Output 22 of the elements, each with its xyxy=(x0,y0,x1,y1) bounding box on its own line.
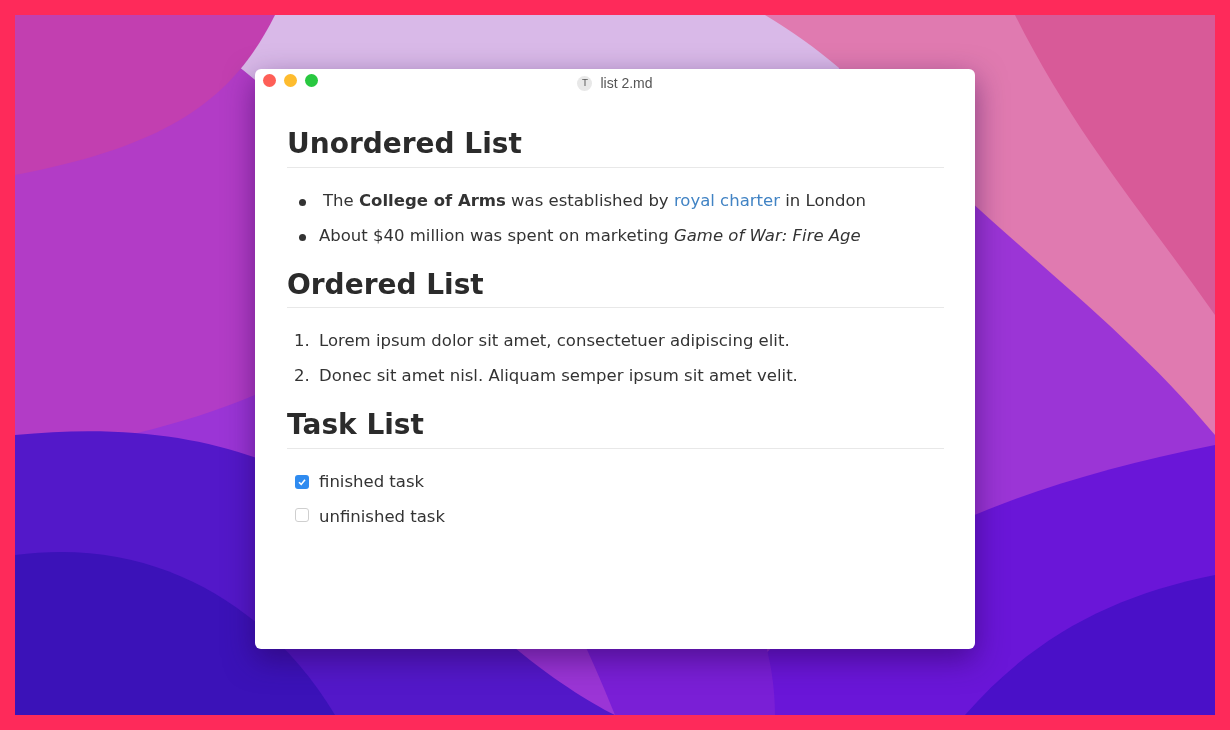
checkbox[interactable] xyxy=(295,507,309,522)
close-button[interactable] xyxy=(263,74,276,87)
window-title: list 2.md xyxy=(600,74,653,93)
task-label: unfinished task xyxy=(319,505,445,528)
maximize-button[interactable] xyxy=(305,74,318,87)
checkbox[interactable] xyxy=(295,474,309,489)
bullet-icon xyxy=(299,233,306,241)
link[interactable]: royal charter xyxy=(673,190,780,210)
file-icon: T xyxy=(577,76,593,91)
list-item-text: Donec sit amet nisl. Aliquam semper ipsum sit amet velit. xyxy=(319,365,798,388)
task-label: finished task xyxy=(319,470,425,493)
section-heading: Ordered List xyxy=(287,267,944,309)
list-number: 1. xyxy=(293,331,310,351)
minimize-button[interactable] xyxy=(284,74,297,87)
list-item-text: The College of Arms was established by royal charter in London xyxy=(322,189,866,212)
bullet-icon xyxy=(299,198,306,206)
section-heading: Unordered List xyxy=(287,127,944,168)
list-item-text: About $40 million was spent on marketing Game of War: Fire Age xyxy=(319,224,861,247)
section-heading: Task List xyxy=(287,408,944,449)
list-number: 2. xyxy=(293,366,310,386)
list-item-text: Lorem ipsum dolor sit amet, consectetuer adipiscing elit. xyxy=(319,330,790,353)
check-icon xyxy=(297,476,307,487)
